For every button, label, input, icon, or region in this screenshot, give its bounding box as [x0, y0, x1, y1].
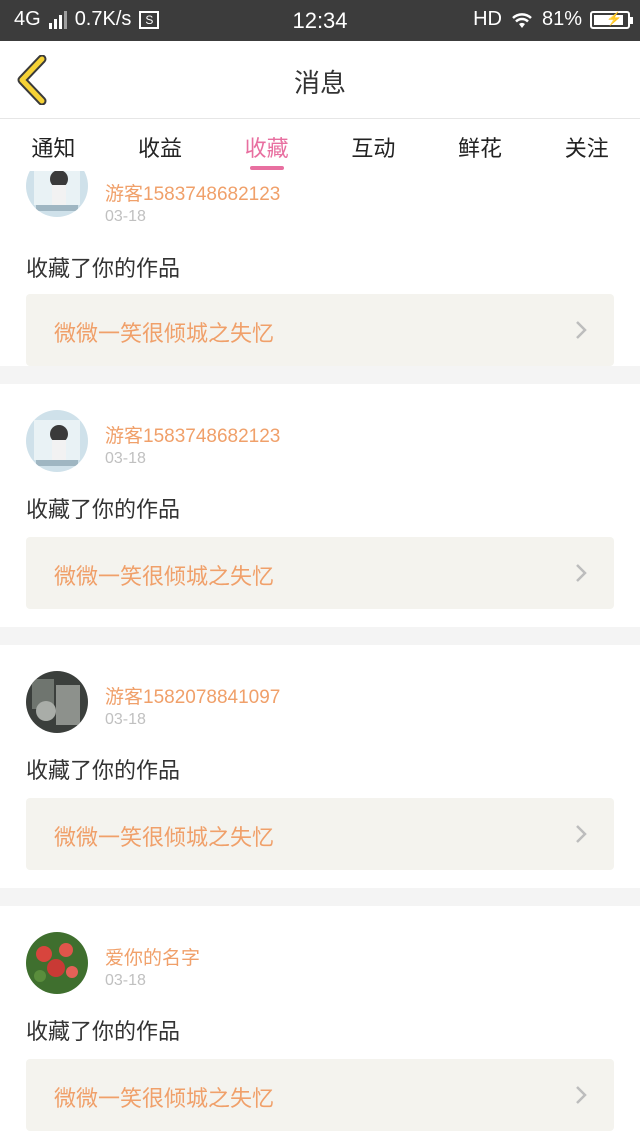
tab-earnings[interactable]: 收益: [107, 119, 214, 171]
tab-label: 通知: [31, 137, 76, 162]
tab-follow[interactable]: 关注: [533, 119, 640, 171]
hd-label: HD: [473, 8, 502, 30]
chevron-right-icon: [576, 825, 587, 843]
tab-label: 收藏: [244, 137, 289, 162]
work-link[interactable]: 微微一笑很倾城之失忆: [26, 1059, 614, 1131]
user-name[interactable]: 游客1582078841097: [105, 682, 280, 709]
user-name[interactable]: 游客1583748682123: [105, 179, 280, 206]
action-text: 收藏了你的作品: [26, 1020, 181, 1045]
user-avatar[interactable]: [26, 932, 88, 994]
work-link[interactable]: 微微一笑很倾城之失忆: [26, 798, 614, 870]
action-text: 收藏了你的作品: [26, 257, 181, 282]
user-avatar[interactable]: [26, 171, 88, 217]
girl-photo-avatar-icon: [26, 410, 88, 472]
active-tab-indicator: [249, 166, 284, 170]
action-text: 收藏了你的作品: [26, 498, 181, 523]
page-title: 消息: [293, 69, 346, 99]
message-card: 游客1582078841097 03-18 收藏了你的作品 微微一笑很倾城之失忆: [0, 645, 640, 888]
message-date: 03-18: [105, 450, 146, 467]
girl-photo-avatar-icon: [26, 171, 88, 217]
user-avatar[interactable]: [26, 671, 88, 733]
tab-label: 鲜花: [458, 137, 503, 162]
chevron-right-icon: [576, 321, 587, 339]
message-date: 03-18: [105, 972, 146, 989]
status-right: HD 81% ⚡: [473, 8, 633, 31]
tab-notifications[interactable]: 通知: [0, 119, 107, 171]
message-list[interactable]: 游客1583748682123 03-18 收藏了你的作品 微微一笑很倾城之失忆…: [0, 171, 640, 1138]
status-bar: 4G 0.7K/s S 12:34 HD 81% ⚡: [0, 0, 640, 41]
battery-icon: ⚡: [590, 10, 633, 29]
chevron-right-icon: [576, 564, 587, 582]
tab-flowers[interactable]: 鲜花: [427, 119, 534, 171]
message-date: 03-18: [105, 208, 146, 225]
work-title: 微微一笑很倾城之失忆: [54, 826, 275, 851]
user-name[interactable]: 游客1583748682123: [105, 421, 280, 448]
work-title: 微微一笑很倾城之失忆: [54, 322, 275, 347]
dark-photo-avatar-icon: [26, 671, 88, 733]
tab-favorites[interactable]: 收藏: [213, 119, 320, 171]
tab-label: 关注: [564, 137, 609, 162]
tab-label: 收益: [138, 137, 183, 162]
flower-photo-avatar-icon: [26, 932, 88, 994]
message-date: 03-18: [105, 711, 146, 728]
work-title: 微微一笑很倾城之失忆: [54, 1087, 275, 1112]
nav-bar: 消息: [0, 41, 640, 119]
wifi-icon: [512, 12, 532, 28]
message-card: 游客1583748682123 03-18 收藏了你的作品 微微一笑很倾城之失忆: [0, 384, 640, 627]
action-text: 收藏了你的作品: [26, 759, 181, 784]
message-card: 爱你的名字 03-18 收藏了你的作品 微微一笑很倾城之失忆: [0, 906, 640, 1138]
work-title: 微微一笑很倾城之失忆: [54, 565, 275, 590]
chevron-right-icon: [576, 1086, 587, 1104]
work-link[interactable]: 微微一笑很倾城之失忆: [26, 537, 614, 609]
tab-label: 互动: [351, 137, 396, 162]
user-avatar[interactable]: [26, 410, 88, 472]
tab-interactions[interactable]: 互动: [320, 119, 427, 171]
battery-percent: 81%: [541, 8, 582, 30]
work-link[interactable]: 微微一笑很倾城之失忆: [26, 294, 614, 366]
user-name[interactable]: 爱你的名字: [105, 943, 200, 970]
message-card: 游客1583748682123 03-18 收藏了你的作品 微微一笑很倾城之失忆: [0, 171, 640, 366]
tab-bar: 通知 收益 收藏 互动 鲜花 关注: [0, 119, 640, 171]
